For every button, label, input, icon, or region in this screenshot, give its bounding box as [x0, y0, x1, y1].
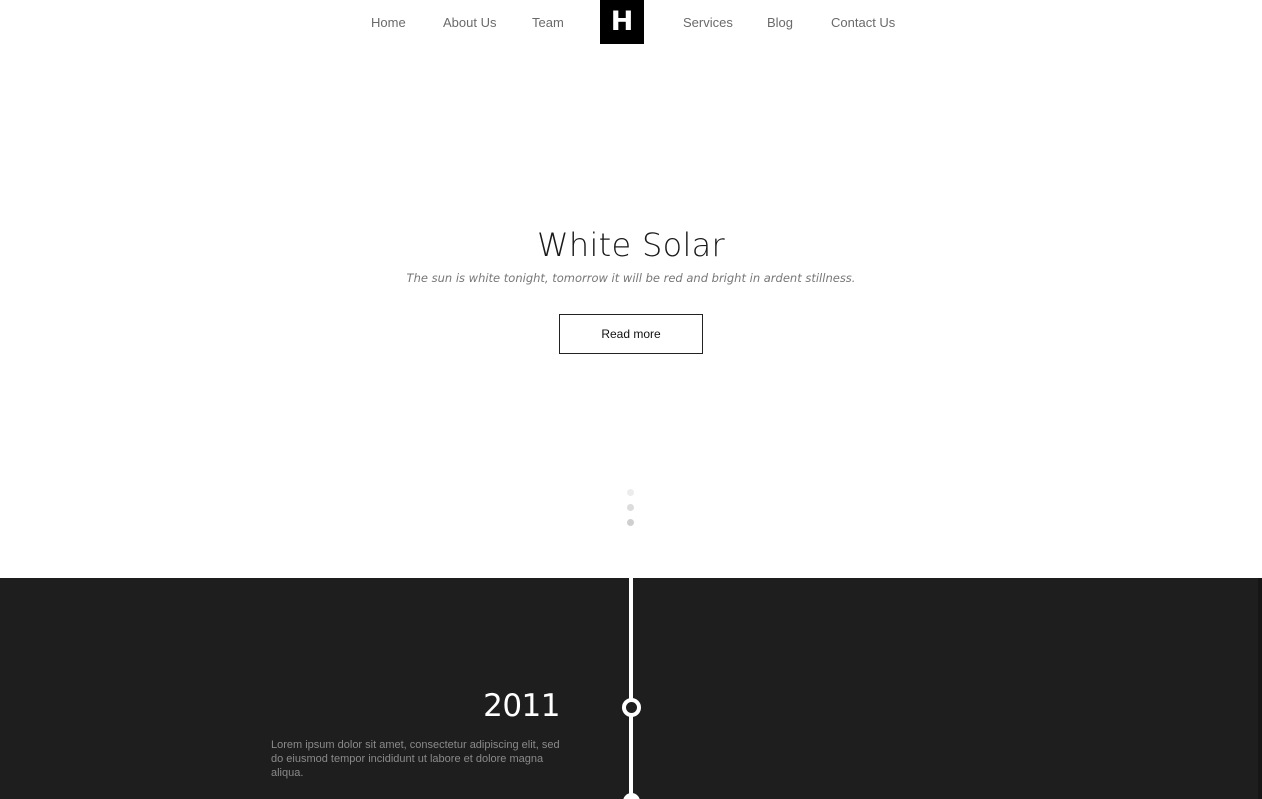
main-nav: Home About Us Team H Services Blog Conta…: [0, 0, 1262, 44]
timeline-section: 2011 Lorem ipsum dolor sit amet, consect…: [0, 578, 1262, 799]
timeline-year: 2011: [483, 688, 560, 724]
scrollbar-edge: [1258, 578, 1262, 799]
timeline-line: [629, 578, 633, 799]
nav-contact-us[interactable]: Contact Us: [831, 15, 895, 30]
logo[interactable]: H: [600, 0, 644, 44]
timeline-text: Lorem ipsum dolor sit amet, consectetur …: [271, 739, 560, 779]
timeline-node: [623, 793, 640, 799]
timeline-node: [622, 698, 641, 717]
nav-about-us[interactable]: About Us: [443, 15, 496, 30]
nav-home[interactable]: Home: [371, 15, 406, 30]
nav-services[interactable]: Services: [683, 15, 733, 30]
hero-title: White Solar: [536, 226, 726, 264]
scroll-dot: [627, 489, 634, 496]
scroll-dot: [627, 519, 634, 526]
scroll-indicator[interactable]: [627, 489, 635, 534]
hero-subtitle: The sun is white tonight, tomorrow it wi…: [406, 271, 856, 285]
read-more-button[interactable]: Read more: [559, 314, 703, 354]
scroll-dot: [627, 504, 634, 511]
nav-team[interactable]: Team: [532, 15, 564, 30]
nav-blog[interactable]: Blog: [767, 15, 793, 30]
